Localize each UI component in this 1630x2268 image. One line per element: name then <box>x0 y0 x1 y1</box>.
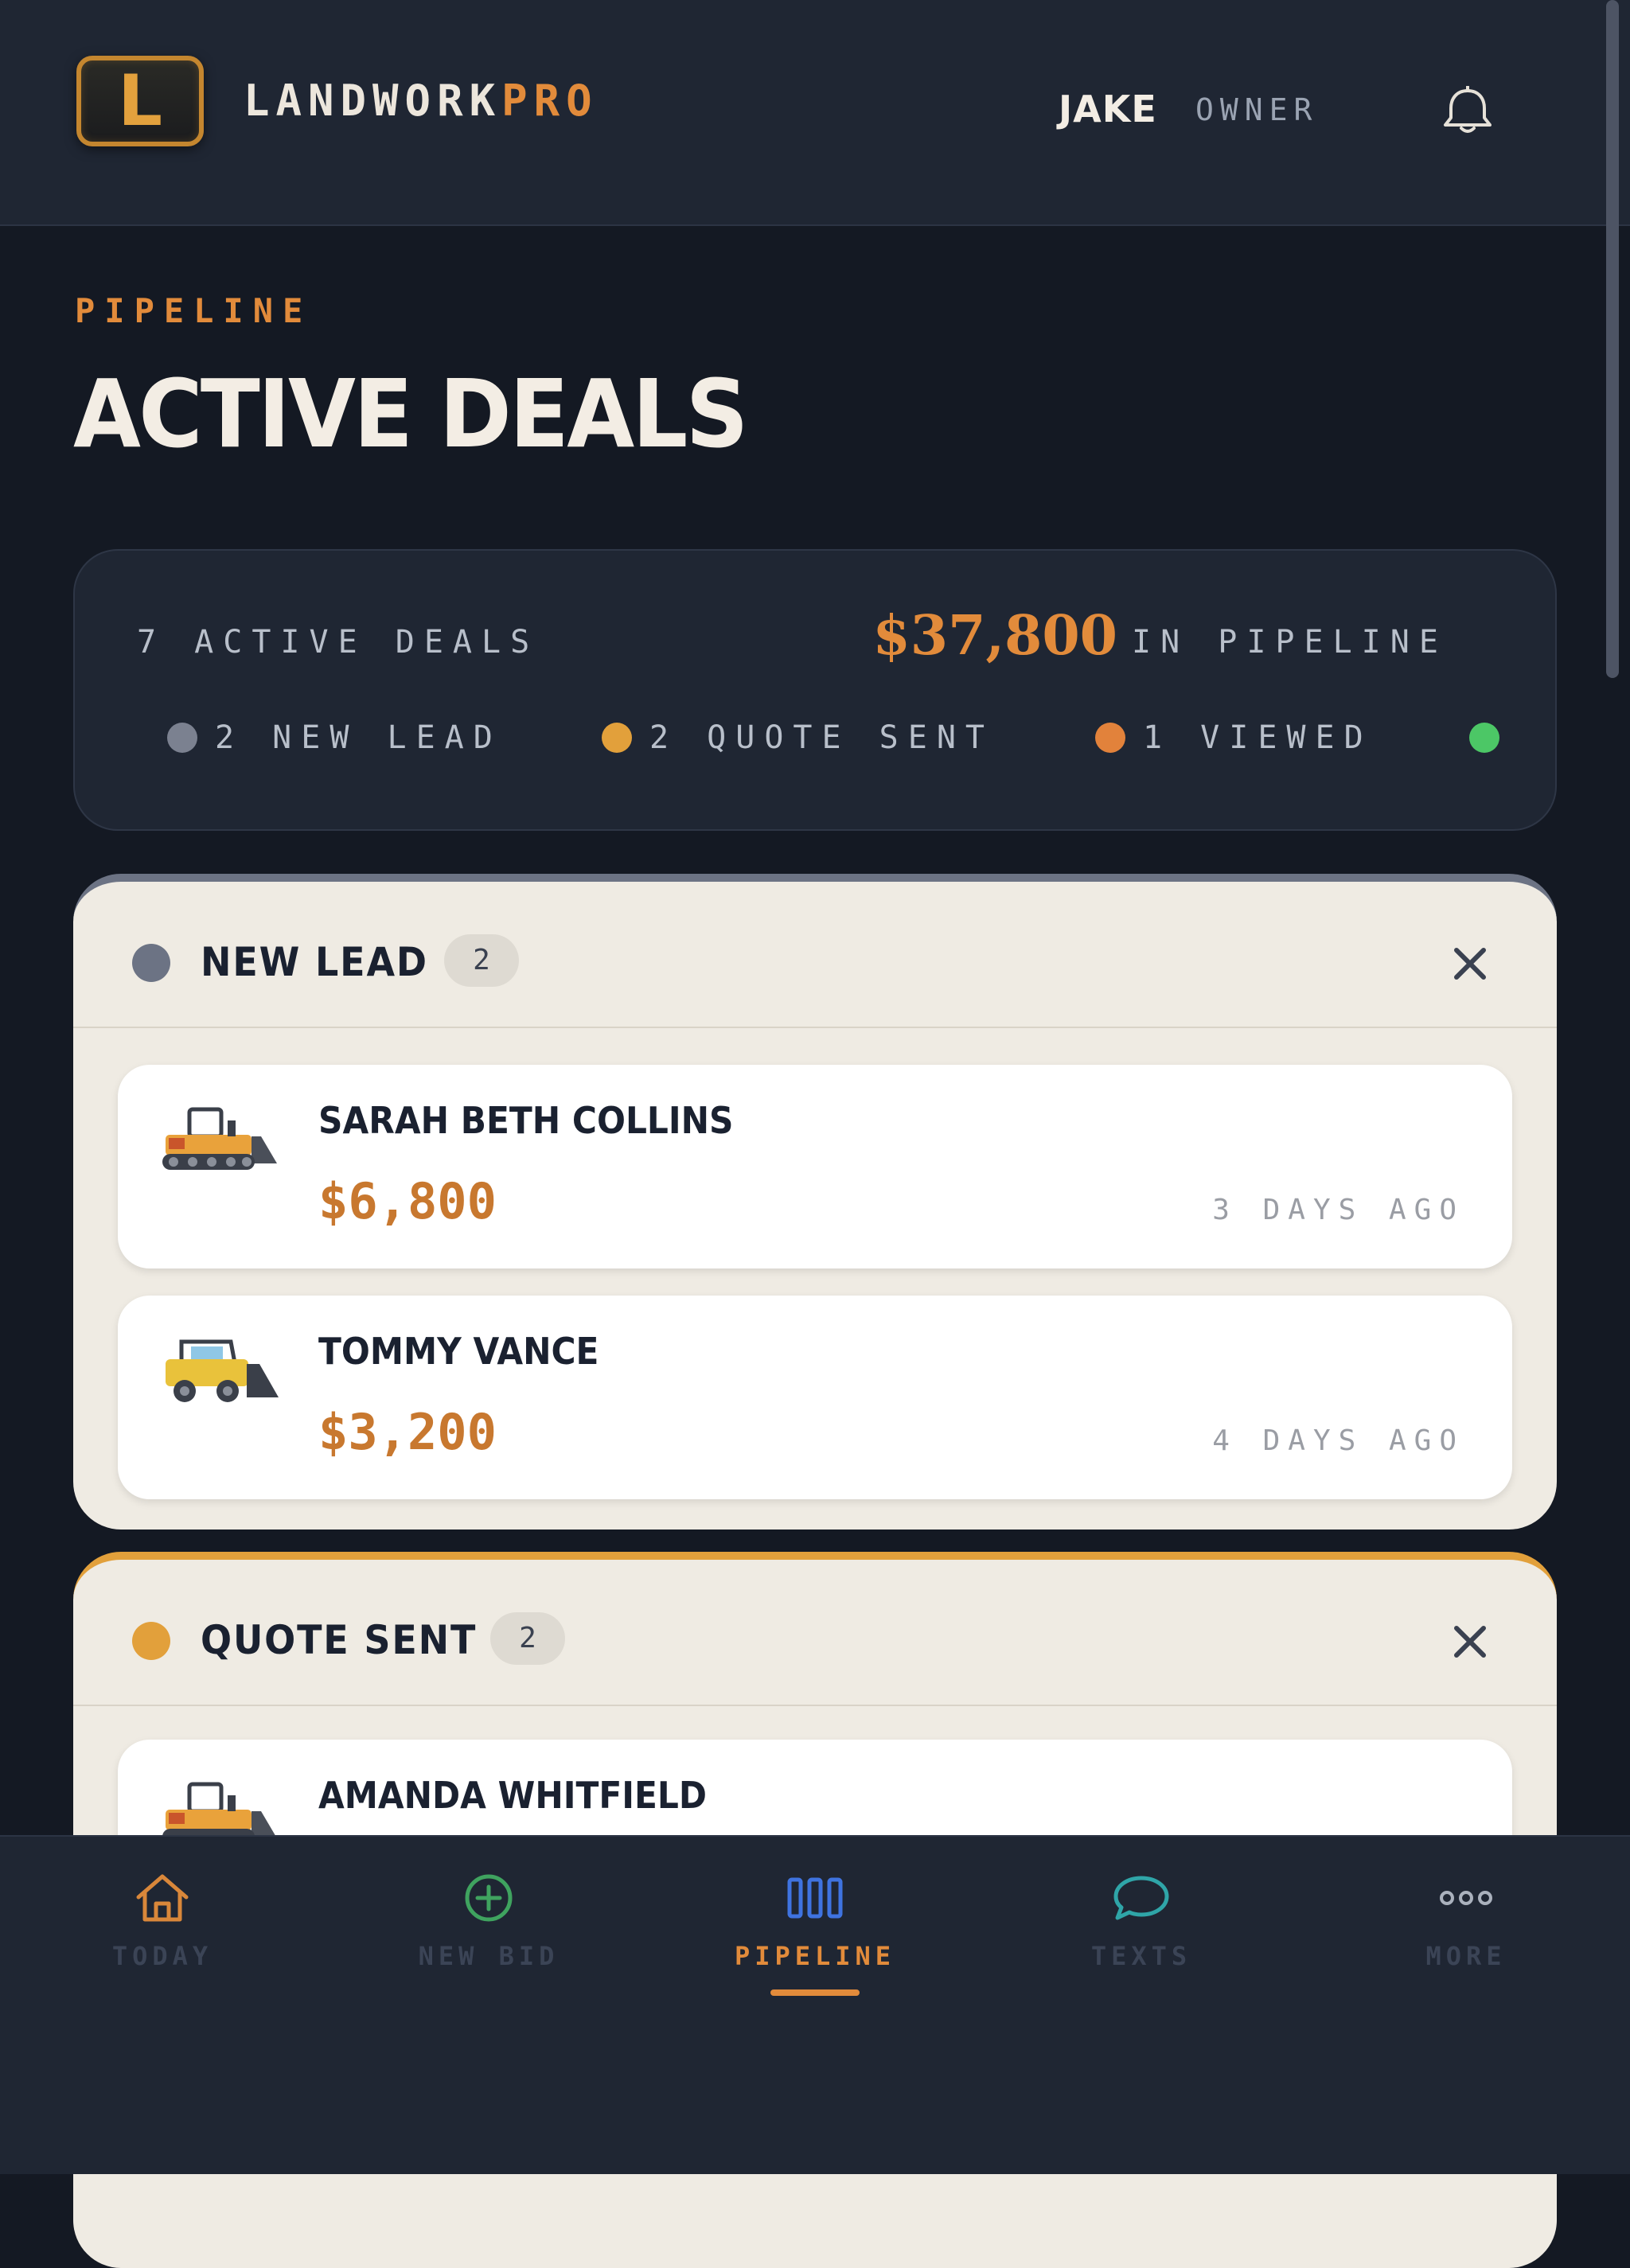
bell-icon[interactable] <box>1437 86 1498 135</box>
deal-client-name: TOMMY VANCE <box>318 1330 599 1373</box>
plus-circle-icon <box>465 1874 513 1922</box>
bulldozer-icon <box>162 1107 277 1170</box>
active-deals-count: 7 ACTIVE DEALS <box>137 624 540 661</box>
stage-title: QUOTE SENT <box>201 1617 478 1663</box>
active-tab-indicator <box>770 1989 860 1996</box>
legend-quote-sent[interactable]: 2 QUOTE SENT <box>602 718 994 758</box>
brand-accent: PRO <box>501 76 599 126</box>
nav-more[interactable]: MORE <box>1347 1865 1585 2001</box>
columns-icon <box>787 1877 843 1919</box>
stage-new-lead: NEW LEAD 2 SARAH BETH COLLINS $6,800 3 D… <box>73 874 1557 1530</box>
chat-bubble-icon <box>1113 1876 1169 1920</box>
stage-dot <box>132 944 170 982</box>
stage-count-badge: 2 <box>444 934 519 987</box>
home-icon <box>136 1874 189 1922</box>
skid-steer-icon <box>166 1339 279 1402</box>
app-header: L LANDWORKPRO JAKE OWNER <box>0 0 1630 226</box>
nav-pipeline[interactable]: PIPELINE <box>696 1865 934 2001</box>
brand-main: LANDWORK <box>244 76 502 126</box>
stage-count-badge: 2 <box>490 1612 565 1665</box>
legend-viewed[interactable]: 1 VIEWED <box>1095 718 1373 758</box>
brand-name: LANDWORKPRO <box>244 75 599 127</box>
pipeline-suffix: IN PIPELINE <box>1132 624 1448 661</box>
nav-today[interactable]: TODAY <box>43 1865 282 2001</box>
legend-dot <box>1095 723 1125 753</box>
nav-label: NEW BID <box>418 1941 560 1971</box>
page-title: ACTIVE DEALS <box>73 359 749 469</box>
scrollbar[interactable] <box>1606 0 1619 678</box>
deal-card[interactable]: SARAH BETH COLLINS $6,800 3 DAYS AGO <box>118 1065 1512 1268</box>
deal-client-name: AMANDA WHITFIELD <box>318 1774 708 1817</box>
user-name[interactable]: JAKE <box>1059 86 1157 132</box>
nav-label: PIPELINE <box>734 1941 896 1971</box>
legend-dot <box>167 723 197 753</box>
user-role: OWNER <box>1195 92 1319 127</box>
pipeline-summary-card: 7 ACTIVE DEALS $37,800 IN PIPELINE 2 NEW… <box>73 549 1557 831</box>
stage-title: NEW LEAD <box>201 939 428 985</box>
app-logo[interactable]: L <box>76 56 204 146</box>
legend-label: 2 QUOTE SENT <box>649 719 994 756</box>
deal-age: 3 DAYS AGO <box>1212 1194 1464 1226</box>
legend-won[interactable] <box>1469 718 1517 758</box>
logo-letter: L <box>117 60 163 142</box>
stage-dot <box>132 1622 170 1660</box>
pipeline-amount: $37,800 <box>872 604 1117 668</box>
deal-amount: $6,800 <box>318 1172 497 1230</box>
stage-header[interactable]: QUOTE SENT 2 <box>73 1560 1557 1706</box>
legend-label: 2 NEW LEAD <box>215 719 502 756</box>
section-eyebrow: PIPELINE <box>75 291 313 330</box>
deal-amount: $3,200 <box>318 1403 497 1461</box>
deal-card[interactable]: TOMMY VANCE $3,200 4 DAYS AGO <box>118 1296 1512 1499</box>
legend-dot <box>1469 723 1499 753</box>
nav-label: TODAY <box>111 1941 213 1971</box>
nav-new-bid[interactable]: NEW BID <box>369 1865 608 2001</box>
bottom-navigation: TODAY NEW BID PIPELINE TEXTS MORE <box>0 1835 1630 2174</box>
nav-label: TEXTS <box>1090 1941 1192 1971</box>
legend-new-lead[interactable]: 2 NEW LEAD <box>167 718 502 758</box>
legend-label: 1 VIEWED <box>1143 719 1373 756</box>
more-dots-icon <box>1440 1891 1492 1905</box>
deal-age: 4 DAYS AGO <box>1212 1424 1464 1457</box>
nav-label: MORE <box>1425 1941 1507 1971</box>
deal-client-name: SARAH BETH COLLINS <box>318 1099 734 1142</box>
legend-dot <box>602 723 632 753</box>
close-icon[interactable] <box>1449 1620 1492 1663</box>
stage-header[interactable]: NEW LEAD 2 <box>73 882 1557 1028</box>
close-icon[interactable] <box>1449 942 1492 985</box>
nav-texts[interactable]: TEXTS <box>1022 1865 1261 2001</box>
